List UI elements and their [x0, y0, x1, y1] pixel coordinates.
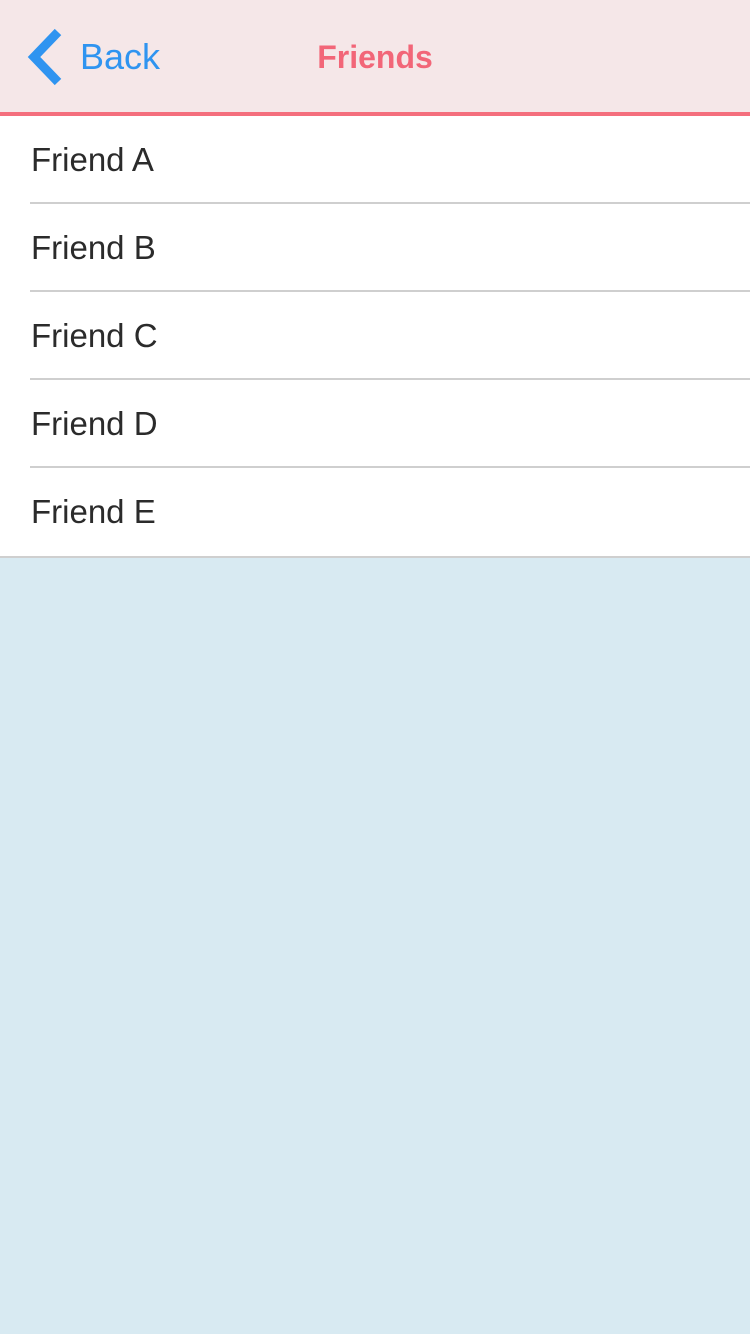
list-item-friend-b[interactable]: Friend B	[0, 204, 750, 292]
list-item-label: Friend D	[31, 405, 158, 442]
list-item-friend-a[interactable]: Friend A	[0, 116, 750, 204]
page-title: Friends	[317, 39, 433, 75]
list-item-friend-d[interactable]: Friend D	[0, 380, 750, 468]
list-item-friend-c[interactable]: Friend C	[0, 292, 750, 380]
list-item-friend-e[interactable]: Friend E	[0, 468, 750, 556]
list-item-label: Friend B	[31, 229, 156, 266]
navigation-bar: Back Friends	[0, 0, 750, 116]
list-item-label: Friend A	[31, 141, 154, 178]
list-item-label: Friend C	[31, 317, 158, 354]
list-item-label: Friend E	[31, 493, 156, 530]
friends-list: Friend A Friend B Friend C Friend D Frie…	[0, 116, 750, 558]
